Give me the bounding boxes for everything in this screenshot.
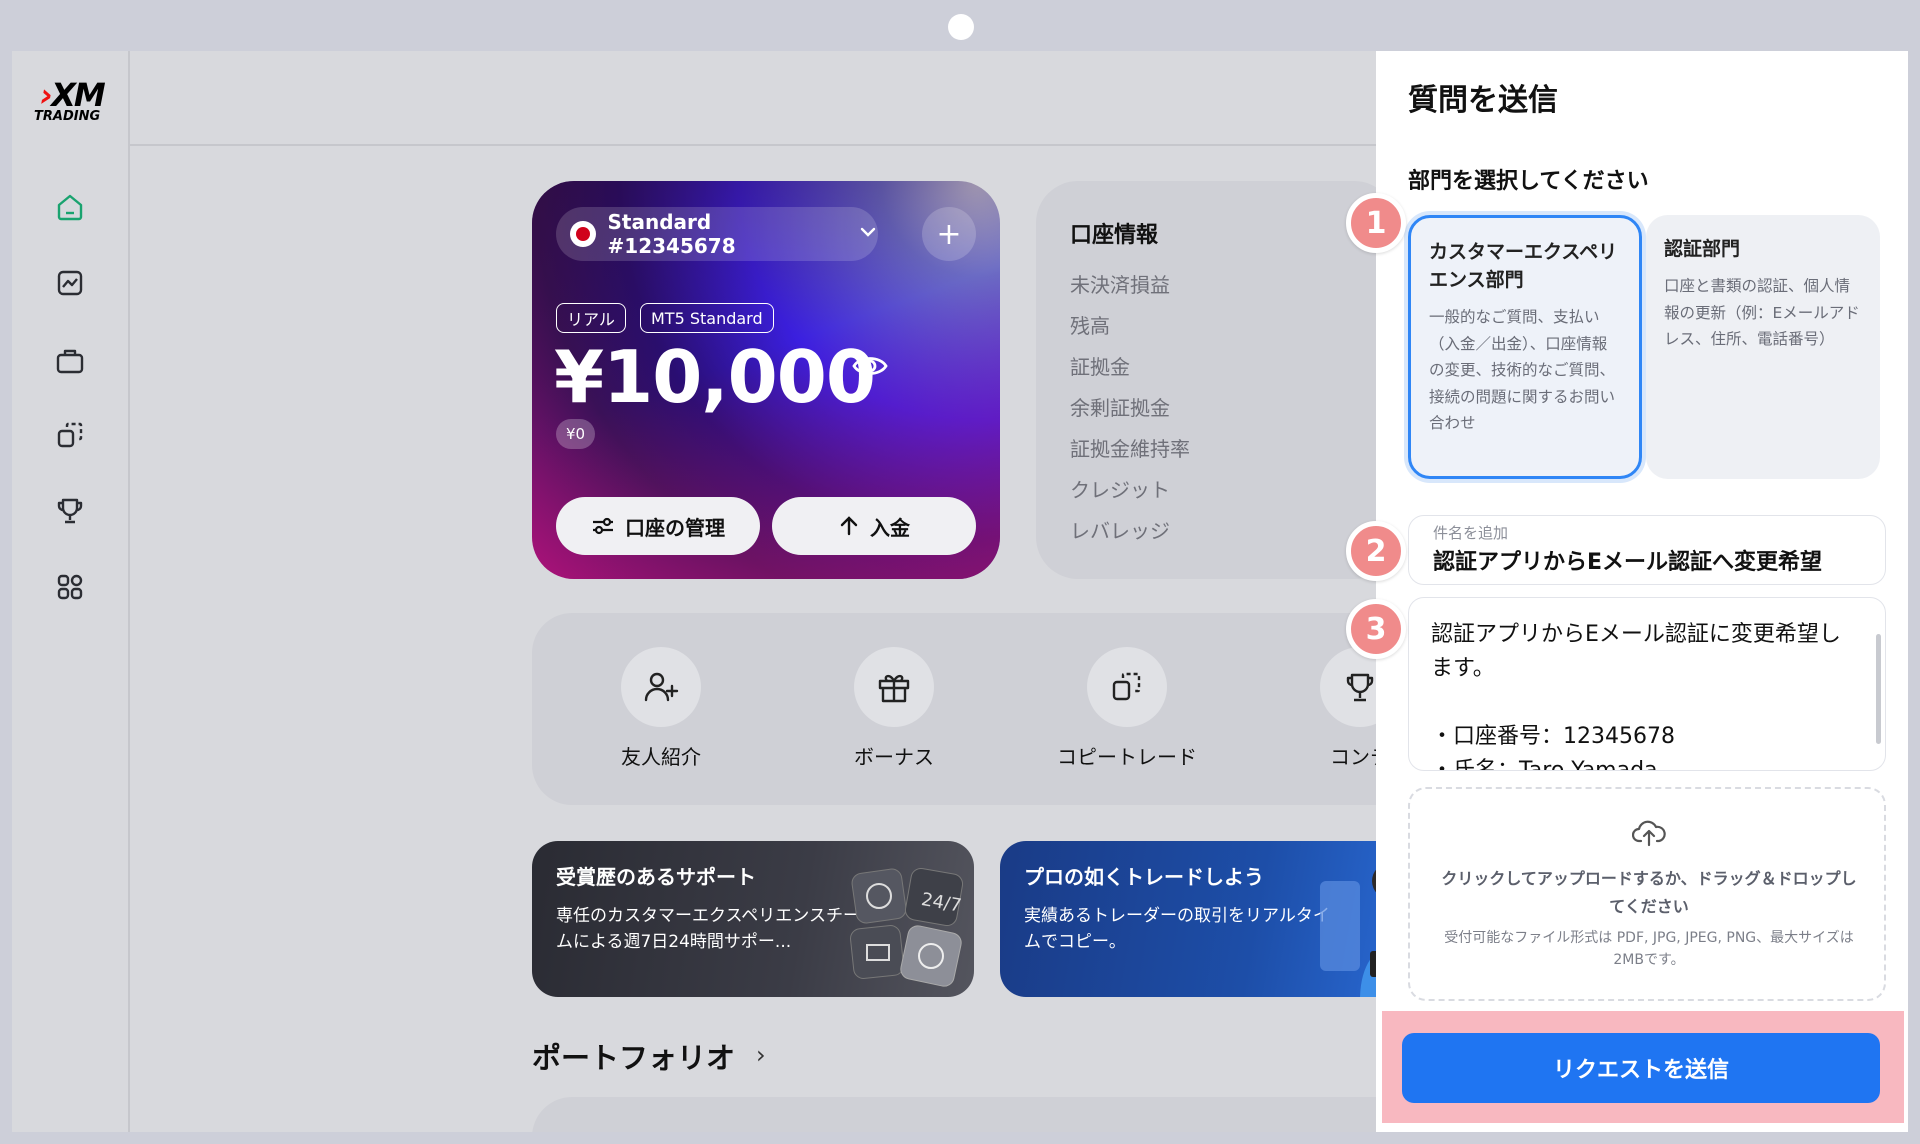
- eye-icon[interactable]: [852, 353, 888, 383]
- nav-trophy-icon[interactable]: [48, 489, 92, 533]
- submit-request-button[interactable]: リクエストを送信: [1402, 1033, 1880, 1103]
- japan-flag-icon: [570, 221, 596, 247]
- support-promo-card[interactable]: 受賞歴のあるサポート 専任のカスタマーエクスペリエンスチームによる週7日24時間…: [532, 841, 974, 997]
- info-margin: 証拠金: [1070, 355, 1130, 379]
- submit-highlight: リクエストを送信: [1382, 1011, 1904, 1123]
- department-prompt: 部門を選択してください: [1408, 169, 1649, 194]
- portfolio-title[interactable]: ポートフォリオ: [532, 1035, 735, 1077]
- support-request-drawer: 質問を送信 部門を選択してください カスタマーエクスペリエンス部門 一般的なご質…: [1376, 51, 1908, 1132]
- info-balance: 残高: [1070, 314, 1110, 338]
- gift-icon: [854, 647, 934, 727]
- real-tag: リアル: [556, 303, 626, 333]
- info-unrealized-pl: 未決済損益: [1070, 273, 1170, 297]
- device-frame: ›XM TRADING Standard #12345678 + リアル MT5…: [0, 0, 1920, 1144]
- add-friend-icon: [621, 647, 701, 727]
- subject-value: 認証アプリからEメール認証へ変更希望: [1433, 550, 1823, 575]
- add-account-button[interactable]: +: [922, 207, 976, 261]
- manage-account-button[interactable]: 口座の管理: [556, 497, 760, 555]
- sliders-icon: [593, 517, 613, 535]
- xm-logo[interactable]: ›XM TRADING: [34, 79, 114, 125]
- header-divider: [130, 144, 1390, 146]
- support-channels-illustration: 24/7: [850, 867, 964, 987]
- nav-copy-icon[interactable]: [48, 413, 92, 457]
- nav-chart-icon[interactable]: [48, 261, 92, 305]
- chevron-down-icon: [858, 222, 878, 246]
- arrow-up-icon: [840, 516, 858, 536]
- account-info-panel: 口座情報 未決済損益 残高 証拠金 余剰証拠金 証拠金維持率 クレジット レバレ…: [1036, 181, 1396, 579]
- step-badge-1: 1: [1346, 193, 1406, 253]
- copy-trade-icon: [1087, 647, 1167, 727]
- camera-dot: [948, 14, 974, 40]
- account-selector[interactable]: Standard #12345678: [556, 207, 878, 261]
- nav-home-icon[interactable]: [48, 185, 92, 229]
- cloud-upload-icon: [1632, 820, 1666, 847]
- app-screen: ›XM TRADING Standard #12345678 + リアル MT5…: [12, 51, 1908, 1132]
- bonus-action[interactable]: ボーナス: [809, 647, 979, 770]
- subject-label: 件名を追加: [1433, 524, 1509, 542]
- upload-instructions: クリックしてアップロードするか、ドラッグ＆ドロップしてください: [1441, 869, 1857, 916]
- textarea-scrollbar[interactable]: [1876, 634, 1881, 744]
- drawer-title: 質問を送信: [1408, 83, 1558, 118]
- subject-input[interactable]: 件名を追加 認証アプリからEメール認証へ変更希望: [1408, 515, 1886, 585]
- account-info-title: 口座情報: [1070, 223, 1159, 248]
- quick-actions: 友人紹介 ボーナス コピートレード コンテ: [532, 613, 1432, 805]
- info-leverage: レバレッジ: [1070, 519, 1170, 543]
- copy-trading-promo-card[interactable]: プロの如くトレードしよう 実績あるトレーダーの取引をリアルタイムでコピー。: [1000, 841, 1420, 997]
- info-margin-level: 証拠金維持率: [1070, 437, 1190, 461]
- file-upload-dropzone[interactable]: クリックしてアップロードするか、ドラッグ＆ドロップしてください 受付可能なファイ…: [1408, 787, 1886, 1001]
- copy-trade-action[interactable]: コピートレード: [1042, 647, 1212, 770]
- info-free-margin: 余剰証拠金: [1070, 396, 1170, 420]
- chevron-right-icon[interactable]: ›: [756, 1041, 766, 1069]
- nav-apps-icon[interactable]: [48, 565, 92, 609]
- info-credit: クレジット: [1070, 478, 1170, 502]
- referral-action[interactable]: 友人紹介: [576, 647, 746, 770]
- deposit-button[interactable]: 入金: [772, 497, 976, 555]
- step-badge-2: 2: [1346, 521, 1406, 581]
- account-card: Standard #12345678 + リアル MT5 Standard ¥1…: [532, 181, 1000, 579]
- sidebar: ›XM TRADING: [12, 51, 130, 1132]
- step-badge-3: 3: [1346, 599, 1406, 659]
- sub-balance-badge: ¥0: [556, 419, 596, 449]
- department-verification[interactable]: 認証部門 口座と書類の認証、個人情報の更新（例：Eメールアドレス、住所、電話番号…: [1646, 215, 1880, 479]
- portfolio-card: [532, 1097, 1432, 1132]
- nav-briefcase-icon[interactable]: [48, 339, 92, 383]
- message-textarea[interactable]: 認証アプリからEメール認証に変更希望し ます。 ・口座番号：12345678 ・…: [1408, 597, 1886, 771]
- account-balance: ¥10,000: [554, 335, 876, 419]
- upload-file-types: 受付可能なファイル形式は PDF, JPG, JPEG, PNG、最大サイズは2…: [1444, 930, 1854, 968]
- account-name: Standard #12345678: [607, 210, 736, 258]
- department-customer-experience[interactable]: カスタマーエクスペリエンス部門 一般的なご質問、支払い（入金／出金）、口座情報の…: [1408, 215, 1642, 479]
- platform-tag: MT5 Standard: [640, 303, 774, 333]
